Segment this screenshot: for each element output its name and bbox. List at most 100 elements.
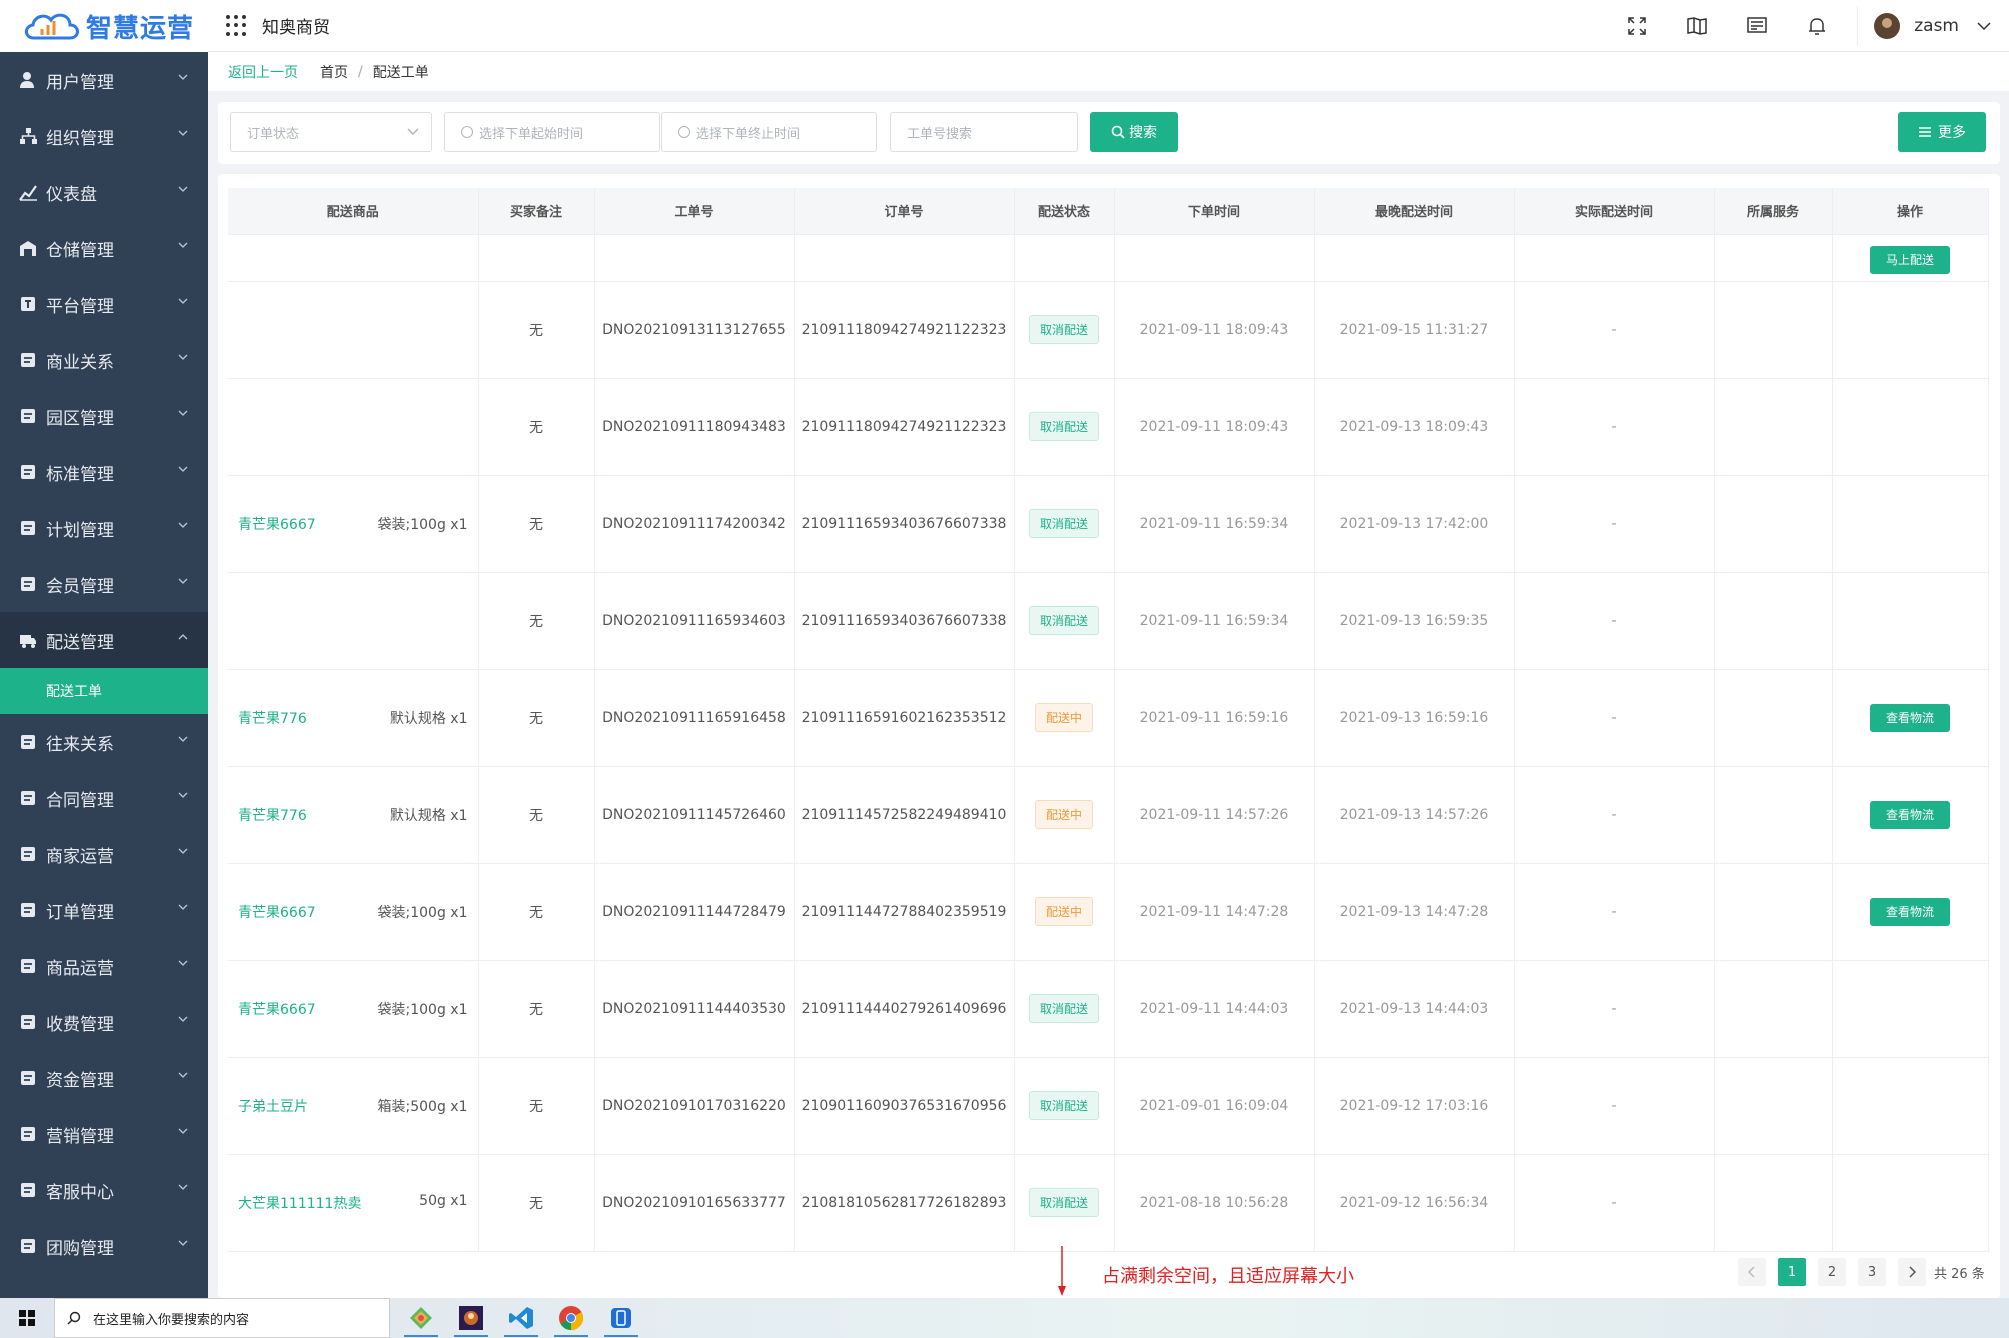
phone-app-icon[interactable] — [596, 1298, 646, 1338]
sidebar-item-15[interactable]: 商品运营 — [0, 938, 208, 994]
sidebar-item-18[interactable]: 营销管理 — [0, 1106, 208, 1162]
page-button[interactable]: 1 — [1778, 1258, 1806, 1286]
sidebar-item-4[interactable]: 平台管理 — [0, 276, 208, 332]
goods-cell: 青芒果6667 袋装;100g x1 — [228, 960, 479, 1058]
breadcrumb-home[interactable]: 首页 — [320, 62, 348, 82]
taskbar-search-input[interactable]: 在这里输入你要搜索的内容 — [54, 1298, 390, 1338]
view-logistics-button[interactable]: 查看物流 — [1870, 800, 1950, 829]
sourcetree-icon[interactable] — [396, 1298, 446, 1338]
back-link[interactable]: 返回上一页 — [228, 62, 298, 82]
start-time-picker[interactable]: 选择下单起始时间 — [444, 112, 660, 152]
sidebar-item-11[interactable]: 往来关系 — [0, 714, 208, 770]
fullscreen-icon[interactable] — [1607, 0, 1667, 52]
sidebar-item-12[interactable]: 合同管理 — [0, 770, 208, 826]
logo[interactable]: 智慧运营 — [0, 0, 208, 52]
goods-name-link[interactable]: 大芒果111111热卖 — [238, 1193, 361, 1213]
service-cell — [1714, 766, 1833, 864]
goods-name-link[interactable]: 青芒果6667 — [238, 999, 316, 1019]
username[interactable]: zasm — [1914, 16, 1959, 36]
sidebar-item-19[interactable]: 客服中心 — [0, 1162, 208, 1218]
chevron-down-icon — [178, 298, 188, 304]
goods-name-link[interactable]: 青芒果6667 — [238, 514, 316, 534]
apps-grid-icon[interactable] — [226, 14, 248, 37]
sidebar-item-16[interactable]: 收费管理 — [0, 994, 208, 1050]
avatar[interactable] — [1874, 13, 1901, 39]
next-page-button[interactable] — [1898, 1258, 1926, 1286]
chevron-down-icon[interactable] — [1959, 0, 2009, 52]
prev-page-button[interactable] — [1738, 1258, 1766, 1286]
service-icon — [18, 1180, 38, 1200]
sidebar-item-6[interactable]: 园区管理 — [0, 388, 208, 444]
company-name: 知奥商贸 — [262, 18, 330, 38]
page-button[interactable]: 2 — [1818, 1258, 1846, 1286]
submenu-item-delivery-orders[interactable]: 配送工单 — [0, 668, 208, 714]
game-app-icon[interactable] — [446, 1298, 496, 1338]
goods-spec: 袋装;100g x1 — [377, 1001, 468, 1018]
chevron-down-icon — [178, 792, 188, 798]
actual-delivery-time: - — [1514, 378, 1715, 476]
truck-icon — [18, 630, 38, 650]
user-icon — [18, 70, 38, 90]
sidebar-item-17[interactable]: 资金管理 — [0, 1050, 208, 1106]
service-cell — [1714, 281, 1833, 379]
status-badge: 取消配送 — [1028, 1091, 1099, 1120]
work-order-no: DNO20210911174200342 — [594, 475, 795, 573]
top-header: 知奥商贸 zasm — [208, 0, 2009, 52]
page-button[interactable]: 3 — [1858, 1258, 1886, 1286]
sidebar-item-9[interactable]: 会员管理 — [0, 556, 208, 612]
sidebar-item-10[interactable]: 配送管理 — [0, 612, 208, 668]
org-icon — [18, 126, 38, 146]
deliver-now-button[interactable]: 马上配送 — [1870, 245, 1950, 274]
more-button-label: 更多 — [1938, 125, 1966, 141]
view-logistics-button[interactable]: 查看物流 — [1870, 897, 1950, 926]
chevron-down-icon — [178, 904, 188, 910]
buyer-note: 无 — [478, 1057, 595, 1155]
goods-name-link[interactable]: 青芒果776 — [238, 805, 307, 825]
more-button[interactable]: 更多 — [1898, 112, 1986, 152]
status-cell: 取消配送 — [1014, 1154, 1115, 1252]
sidebar-item-5[interactable]: 商业关系 — [0, 332, 208, 388]
sidebar-item-0[interactable]: 用户管理 — [0, 52, 208, 108]
status-select[interactable]: 订单状态 — [230, 112, 432, 152]
end-time-placeholder: 选择下单终止时间 — [696, 126, 801, 142]
table-row: 无 DNO20210913113127655 2109111809427492112… — [228, 281, 1989, 379]
sidebar-item-label: 组织管理 — [46, 128, 114, 149]
goods-name-link[interactable]: 子弟土豆片 — [238, 1096, 308, 1116]
latest-delivery-time: 2021-09-12 16:56:34 — [1314, 1154, 1515, 1252]
sidebar-item-2[interactable]: 仪表盘 — [0, 164, 208, 220]
message-board-icon[interactable] — [1727, 0, 1787, 52]
page-list: 123 — [1766, 1258, 1886, 1286]
chrome-icon[interactable] — [546, 1298, 596, 1338]
sidebar-item-8[interactable]: 计划管理 — [0, 500, 208, 556]
latest-delivery-time: 2021-09-13 14:57:26 — [1314, 766, 1515, 864]
sidebar-item-14[interactable]: 订单管理 — [0, 882, 208, 938]
actual-delivery-time: - — [1514, 863, 1715, 961]
service-cell — [1714, 572, 1833, 670]
view-logistics-button[interactable]: 查看物流 — [1870, 703, 1950, 732]
sidebar-menu: 用户管理 组织管理 仪表盘 仓储管理 平台管理 商业关系 园区管理 标准管理 计划管理 会员管理配… — [0, 52, 208, 1274]
status-badge: 取消配送 — [1028, 994, 1099, 1023]
vscode-icon[interactable] — [496, 1298, 546, 1338]
end-time-picker[interactable]: 选择下单终止时间 — [661, 112, 877, 152]
sidebar-item-1[interactable]: 组织管理 — [0, 108, 208, 164]
goods-name-link[interactable]: 青芒果776 — [238, 708, 307, 728]
search-button[interactable]: 搜索 — [1090, 112, 1178, 152]
sidebar-item-13[interactable]: 商家运营 — [0, 826, 208, 882]
sidebar-item-20[interactable]: 团购管理 — [0, 1218, 208, 1274]
goods-name-link[interactable]: 青芒果6667 — [238, 902, 316, 922]
sidebar-item-7[interactable]: 标准管理 — [0, 444, 208, 500]
work-order-no: DNO20210910165633777 — [594, 1154, 795, 1252]
buyer-note: 无 — [478, 475, 595, 573]
sidebar-item-label: 平台管理 — [46, 296, 114, 317]
book-icon[interactable] — [1667, 0, 1727, 52]
start-time-placeholder: 选择下单起始时间 — [479, 126, 584, 142]
bell-icon[interactable] — [1787, 0, 1847, 52]
goods-cell — [228, 572, 479, 670]
windows-start-icon[interactable] — [0, 1298, 54, 1338]
sidebar-item-label: 计划管理 — [46, 520, 114, 541]
breadcrumb-separator: / — [358, 63, 363, 80]
sidebar-item-3[interactable]: 仓储管理 — [0, 220, 208, 276]
work-order-no: DNO20210911180943483 — [594, 378, 795, 476]
work-no-search-input[interactable]: 工单号搜索 — [890, 112, 1078, 152]
status-badge: 取消配送 — [1028, 315, 1099, 344]
